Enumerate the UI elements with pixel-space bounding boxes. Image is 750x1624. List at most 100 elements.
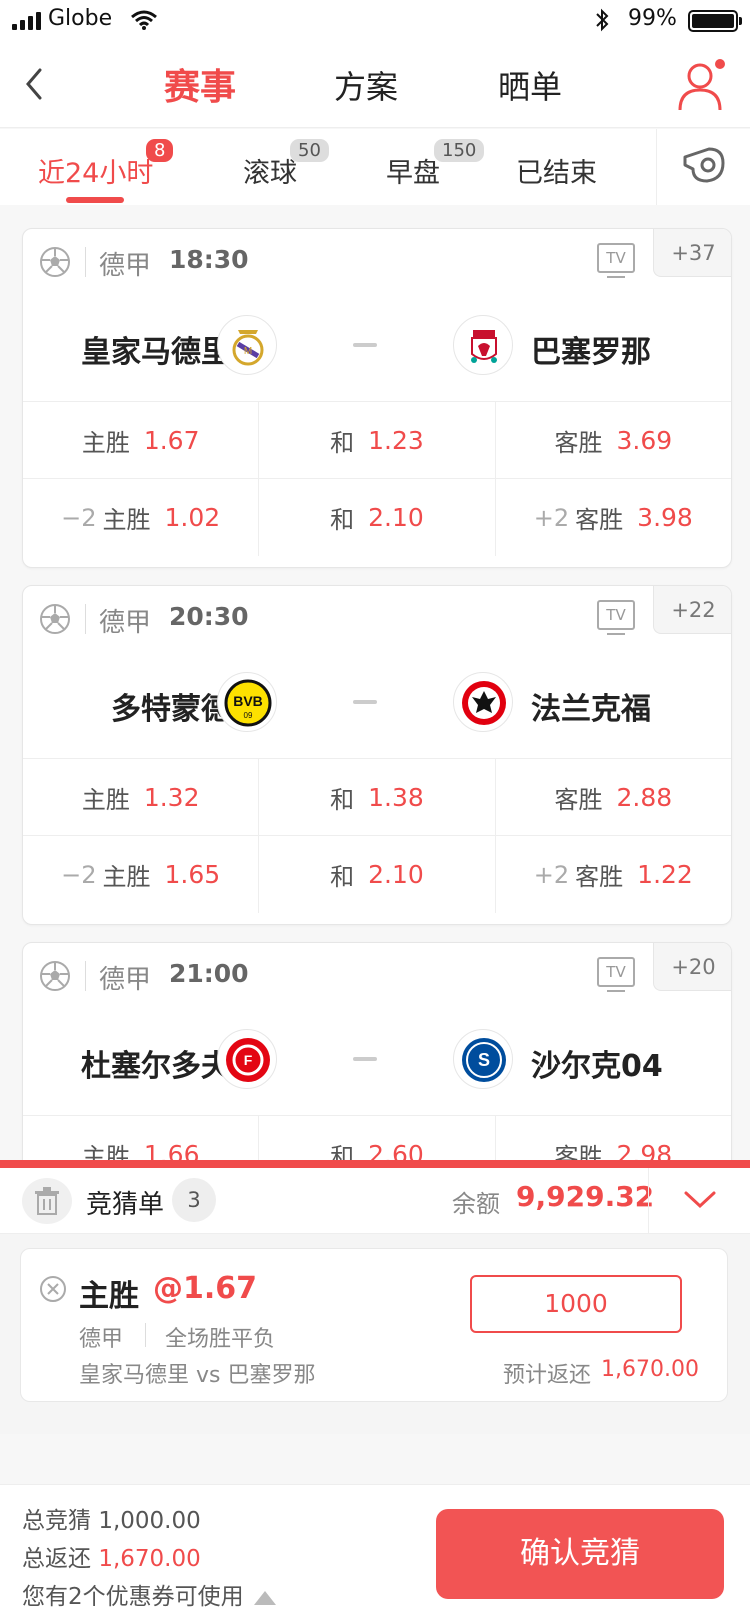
bet-market: 全场胜平负: [165, 1327, 276, 1352]
carrier-name: Globe: [48, 6, 113, 31]
match-time: 21:00: [169, 959, 249, 988]
slip-footer: 总竞猜 1,000.00 总返还 1,670.00 您有2个优惠券可使用 确认竞…: [0, 1484, 750, 1624]
odd-away-win[interactable]: 客胜 3.69: [496, 402, 731, 478]
odd-handicap-draw[interactable]: 和 2.10: [259, 836, 496, 913]
clear-slip-button[interactable]: [22, 1178, 72, 1224]
whistle-icon: [683, 147, 725, 183]
match-card[interactable]: 德甲 18:30 TV +37 皇家马德里 M 巴塞罗那 主胜 1.67 和 1.2…: [22, 228, 732, 568]
tv-icon[interactable]: TV: [597, 957, 635, 992]
bet-item: 主胜 @1.67 德甲 全场胜平负 皇家马德里 vs 巴塞罗那 1000 预计返…: [20, 1248, 728, 1402]
odd-home-win[interactable]: 主胜 1.32: [23, 759, 260, 835]
wifi-icon: [131, 10, 157, 30]
back-icon[interactable]: [22, 64, 46, 104]
odd-handicap-draw[interactable]: 和 2.10: [259, 479, 496, 556]
subtab-24h[interactable]: 近24小时: [38, 151, 153, 190]
odd-handicap-away-win[interactable]: +2 客胜 1.22: [496, 836, 731, 913]
subtab-underline: [66, 197, 124, 203]
tab-plans[interactable]: 方案: [334, 62, 398, 108]
balance-label: 余额: [452, 1190, 500, 1218]
user-avatar-icon[interactable]: [676, 58, 728, 112]
league-name: 德甲: [99, 608, 152, 638]
frankfurt-logo-icon: [453, 672, 513, 732]
coupon-toggle[interactable]: 您有2个优惠券可使用: [22, 1577, 276, 1611]
football-icon: [40, 247, 70, 277]
league-name: 德甲: [99, 965, 152, 995]
real-madrid-logo-icon: M: [217, 315, 277, 375]
badge-early: 150: [434, 139, 485, 162]
odd-handicap-home-win[interactable]: −2 主胜 1.65: [23, 836, 260, 913]
expected-return-label: 预计返还: [503, 1363, 592, 1388]
dortmund-logo-icon: BVB 09: [217, 672, 277, 732]
match-card[interactable]: 德甲 20:30 TV +22 多特蒙德 BVB 09 法兰克福 主胜 1.32 …: [22, 585, 732, 925]
home-team: 杜塞尔多夫: [81, 1049, 231, 1084]
tv-icon[interactable]: TV: [597, 600, 635, 635]
tab-events[interactable]: 赛事: [164, 58, 236, 110]
odd-handicap-home-win[interactable]: −2 主胜 1.02: [23, 479, 260, 556]
svg-text:BVB: BVB: [233, 693, 263, 709]
status-bar: Globe 99%: [0, 0, 750, 40]
tab-showcase[interactable]: 晒单: [498, 62, 562, 108]
bet-match: 皇家马德里 vs 巴塞罗那: [79, 1363, 316, 1388]
fortuna-dusseldorf-logo-icon: F: [217, 1029, 277, 1089]
signal-icon: [12, 12, 41, 30]
stake-input[interactable]: 1000: [470, 1275, 682, 1333]
confirm-bet-button[interactable]: 确认竞猜: [436, 1509, 724, 1599]
slip-count-badge: 3: [172, 1178, 216, 1222]
odd-handicap-away-win[interactable]: +2 客胜 3.98: [496, 479, 731, 556]
more-markets-button[interactable]: +37: [653, 229, 731, 277]
bet-league: 德甲: [79, 1327, 124, 1352]
odd-home-win[interactable]: 主胜 1.67: [23, 402, 260, 478]
match-time: 18:30: [169, 245, 249, 274]
total-bet: 总竞猜 1,000.00: [22, 1508, 201, 1534]
battery-icon: [688, 10, 742, 32]
subtab-early[interactable]: 早盘: [386, 151, 440, 190]
total-return: 总返还 1,670.00: [22, 1546, 201, 1572]
football-icon: [40, 604, 70, 634]
odd-away-win[interactable]: 客胜 2.88: [496, 759, 731, 835]
home-team: 皇家马德里: [81, 335, 231, 370]
bet-slip-body: 主胜 @1.67 德甲 全场胜平负 皇家马德里 vs 巴塞罗那 1000 预计返…: [0, 1234, 750, 1434]
schalke-logo-icon: S: [453, 1029, 513, 1089]
away-team: 沙尔克04: [531, 1049, 663, 1084]
expected-return-value: 1,670.00: [601, 1357, 699, 1382]
collapse-slip-button[interactable]: [648, 1168, 750, 1234]
vs-separator: [353, 1057, 377, 1061]
league-name: 德甲: [99, 251, 152, 281]
top-nav: 赛事 方案 晒单: [0, 40, 750, 128]
vs-separator: [353, 343, 377, 347]
slip-title: 竞猜单: [86, 1190, 165, 1220]
svg-text:S: S: [478, 1050, 490, 1070]
away-team: 巴塞罗那: [531, 335, 651, 370]
bet-slip-header: 竞猜单 3 余额 9,929.32: [0, 1168, 750, 1234]
arrow-up-icon: [253, 1590, 276, 1605]
subtab-finished[interactable]: 已结束: [516, 151, 597, 190]
liverpool-logo-icon: [453, 315, 513, 375]
bet-pick: 主胜: [79, 1279, 139, 1314]
chevron-down-icon: [684, 1191, 716, 1209]
slip-top-bar: [0, 1160, 750, 1168]
odd-draw[interactable]: 和 1.23: [259, 402, 496, 478]
home-team: 多特蒙德: [111, 692, 231, 727]
odds-grid: 主胜 1.67 和 1.23 客胜 3.69 −2 主胜 1.02 和 2.10 +2 客胜 3…: [23, 401, 731, 556]
remove-bet-icon[interactable]: [39, 1275, 67, 1303]
svg-text:F: F: [244, 1052, 253, 1068]
svg-text:M: M: [244, 346, 252, 357]
tv-icon[interactable]: TV: [597, 243, 635, 278]
more-markets-button[interactable]: +22: [653, 586, 731, 634]
sub-tabs: 近24小时 8 滚球 50 早盘 150 已结束: [0, 129, 750, 205]
away-team: 法兰克福: [531, 692, 651, 727]
whistle-button[interactable]: [656, 129, 750, 205]
odds-grid: 主胜 1.32 和 1.38 客胜 2.88 −2 主胜 1.65 和 2.10 +2 客胜 1…: [23, 758, 731, 913]
more-markets-button[interactable]: +20: [653, 943, 731, 991]
subtab-live[interactable]: 滚球: [243, 151, 297, 190]
svg-text:09: 09: [244, 711, 253, 720]
football-icon: [40, 961, 70, 991]
trash-icon: [35, 1187, 59, 1215]
balance-value: 9,929.32: [516, 1180, 655, 1213]
bet-odds: @1.67: [153, 1271, 258, 1306]
badge-24h: 8: [146, 139, 174, 162]
battery-percent: 99%: [628, 6, 677, 31]
badge-live: 50: [290, 139, 329, 162]
odd-draw[interactable]: 和 1.38: [259, 759, 496, 835]
match-time: 20:30: [169, 602, 249, 631]
